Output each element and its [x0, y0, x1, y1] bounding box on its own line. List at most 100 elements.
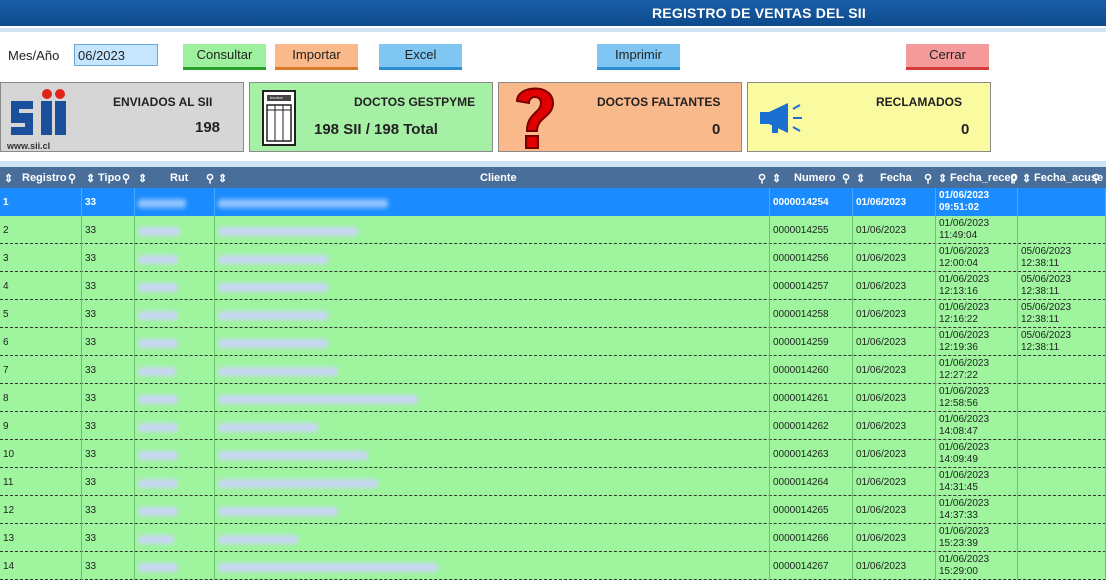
- cell-numero[interactable]: 0000014267: [770, 552, 853, 580]
- cell-fecha-recep[interactable]: 01/06/2023 14:09:49: [936, 440, 1018, 468]
- col-fecha-recep[interactable]: Fecha_recep: [950, 172, 1017, 184]
- cell-fecha-recep[interactable]: 01/06/2023 15:23:39: [936, 524, 1018, 552]
- sort-icon[interactable]: ⇕: [1022, 172, 1031, 185]
- cell-rut-redacted[interactable]: [135, 244, 215, 272]
- filter-icon[interactable]: ⚲: [1010, 172, 1018, 185]
- cell-fecha[interactable]: 01/06/2023: [853, 300, 936, 328]
- filter-icon[interactable]: ⚲: [1092, 172, 1100, 185]
- cell-rut-redacted[interactable]: [135, 188, 215, 216]
- cell-fecha[interactable]: 01/06/2023: [853, 496, 936, 524]
- table-row[interactable]: 11 33 0000014264 01/06/2023 01/06/2023 14:31:…: [0, 468, 1106, 496]
- cell-rut-redacted[interactable]: [135, 412, 215, 440]
- cell-numero[interactable]: 0000014266: [770, 524, 853, 552]
- cell-cliente-redacted[interactable]: [215, 300, 770, 328]
- cell-fecha-acuse[interactable]: [1018, 496, 1106, 524]
- cell-tipo[interactable]: 33: [82, 384, 135, 412]
- col-registro[interactable]: Registro: [22, 172, 67, 184]
- cell-tipo[interactable]: 33: [82, 216, 135, 244]
- cell-numero[interactable]: 0000014256: [770, 244, 853, 272]
- cell-cliente-redacted[interactable]: [215, 244, 770, 272]
- cell-numero[interactable]: 0000014257: [770, 272, 853, 300]
- cell-registro[interactable]: 1: [0, 188, 82, 216]
- cell-numero[interactable]: 0000014259: [770, 328, 853, 356]
- cell-cliente-redacted[interactable]: [215, 328, 770, 356]
- cell-rut-redacted[interactable]: [135, 552, 215, 580]
- cell-fecha-acuse[interactable]: 05/06/2023 12:38:11: [1018, 244, 1106, 272]
- cell-fecha[interactable]: 01/06/2023: [853, 524, 936, 552]
- cell-fecha-acuse[interactable]: [1018, 412, 1106, 440]
- cell-cliente-redacted[interactable]: [215, 468, 770, 496]
- cell-fecha[interactable]: 01/06/2023: [853, 328, 936, 356]
- table-row[interactable]: 6 33 0000014259 01/06/2023 01/06/2023 12:19:3…: [0, 328, 1106, 356]
- cell-fecha[interactable]: 01/06/2023: [853, 412, 936, 440]
- table-row[interactable]: 5 33 0000014258 01/06/2023 01/06/2023 12:16:2…: [0, 300, 1106, 328]
- cell-rut-redacted[interactable]: [135, 384, 215, 412]
- cell-fecha-acuse[interactable]: [1018, 552, 1106, 580]
- cell-rut-redacted[interactable]: [135, 356, 215, 384]
- cell-cliente-redacted[interactable]: [215, 496, 770, 524]
- cell-tipo[interactable]: 33: [82, 412, 135, 440]
- cell-fecha-acuse[interactable]: 05/06/2023 12:38:11: [1018, 328, 1106, 356]
- cell-registro[interactable]: 10: [0, 440, 82, 468]
- cell-fecha-acuse[interactable]: [1018, 188, 1106, 216]
- table-row[interactable]: 13 33 0000014266 01/06/2023 01/06/2023 15:23:…: [0, 524, 1106, 552]
- sort-icon[interactable]: ⇕: [938, 172, 947, 185]
- col-fecha[interactable]: Fecha: [880, 172, 912, 184]
- cell-registro[interactable]: 7: [0, 356, 82, 384]
- cell-numero[interactable]: 0000014260: [770, 356, 853, 384]
- table-row[interactable]: 9 33 0000014262 01/06/2023 01/06/2023 14:08:4…: [0, 412, 1106, 440]
- cell-numero[interactable]: 0000014264: [770, 468, 853, 496]
- filter-icon[interactable]: ⚲: [758, 172, 766, 185]
- cell-numero[interactable]: 0000014262: [770, 412, 853, 440]
- cell-numero[interactable]: 0000014261: [770, 384, 853, 412]
- cell-registro[interactable]: 3: [0, 244, 82, 272]
- cerrar-button[interactable]: Cerrar: [906, 44, 989, 70]
- cell-tipo[interactable]: 33: [82, 188, 135, 216]
- cell-cliente-redacted[interactable]: [215, 440, 770, 468]
- cell-tipo[interactable]: 33: [82, 356, 135, 384]
- cell-registro[interactable]: 9: [0, 412, 82, 440]
- table-row[interactable]: 14 33 0000014267 01/06/2023 01/06/2023 15:29:…: [0, 552, 1106, 580]
- cell-tipo[interactable]: 33: [82, 300, 135, 328]
- cell-fecha-recep[interactable]: 01/06/2023 12:13:16: [936, 272, 1018, 300]
- filter-icon[interactable]: ⚲: [68, 172, 76, 185]
- cell-fecha-recep[interactable]: 01/06/2023 15:29:00: [936, 552, 1018, 580]
- sort-icon[interactable]: ⇕: [138, 172, 147, 185]
- cell-fecha-recep[interactable]: 01/06/2023 12:58:56: [936, 384, 1018, 412]
- col-tipo[interactable]: Tipo: [98, 172, 121, 184]
- cell-numero[interactable]: 0000014265: [770, 496, 853, 524]
- cell-cliente-redacted[interactable]: [215, 524, 770, 552]
- table-row[interactable]: 7 33 0000014260 01/06/2023 01/06/2023 12:27:2…: [0, 356, 1106, 384]
- cell-tipo[interactable]: 33: [82, 328, 135, 356]
- filter-icon[interactable]: ⚲: [122, 172, 130, 185]
- filter-icon[interactable]: ⚲: [924, 172, 932, 185]
- cell-cliente-redacted[interactable]: [215, 188, 770, 216]
- cell-numero[interactable]: 0000014255: [770, 216, 853, 244]
- table-row[interactable]: 2 33 0000014255 01/06/2023 01/06/2023 11:49:0…: [0, 216, 1106, 244]
- cell-fecha[interactable]: 01/06/2023: [853, 384, 936, 412]
- cell-cliente-redacted[interactable]: [215, 216, 770, 244]
- sort-icon[interactable]: ⇕: [4, 172, 13, 185]
- table-row[interactable]: 10 33 0000014263 01/06/2023 01/06/2023 14:09:…: [0, 440, 1106, 468]
- col-rut[interactable]: Rut: [170, 172, 188, 184]
- sort-icon[interactable]: ⇕: [86, 172, 95, 185]
- cell-fecha[interactable]: 01/06/2023: [853, 356, 936, 384]
- cell-fecha-recep[interactable]: 01/06/2023 14:08:47: [936, 412, 1018, 440]
- cell-registro[interactable]: 12: [0, 496, 82, 524]
- cell-numero[interactable]: 0000014254: [770, 188, 853, 216]
- cell-rut-redacted[interactable]: [135, 272, 215, 300]
- sort-icon[interactable]: ⇕: [856, 172, 865, 185]
- table-row[interactable]: 1 33 0000014254 01/06/2023 01/06/2023 09:51:0…: [0, 188, 1106, 216]
- cell-cliente-redacted[interactable]: [215, 272, 770, 300]
- table-row[interactable]: 8 33 0000014261 01/06/2023 01/06/2023 12:58:5…: [0, 384, 1106, 412]
- cell-fecha-recep[interactable]: 01/06/2023 12:27:22: [936, 356, 1018, 384]
- cell-cliente-redacted[interactable]: [215, 356, 770, 384]
- importar-button[interactable]: Importar: [275, 44, 358, 70]
- filter-icon[interactable]: ⚲: [842, 172, 850, 185]
- table-row[interactable]: 3 33 0000014256 01/06/2023 01/06/2023 12:00:0…: [0, 244, 1106, 272]
- mes-ano-input[interactable]: [74, 44, 158, 66]
- cell-rut-redacted[interactable]: [135, 328, 215, 356]
- cell-fecha[interactable]: 01/06/2023: [853, 440, 936, 468]
- cell-rut-redacted[interactable]: [135, 300, 215, 328]
- cell-tipo[interactable]: 33: [82, 468, 135, 496]
